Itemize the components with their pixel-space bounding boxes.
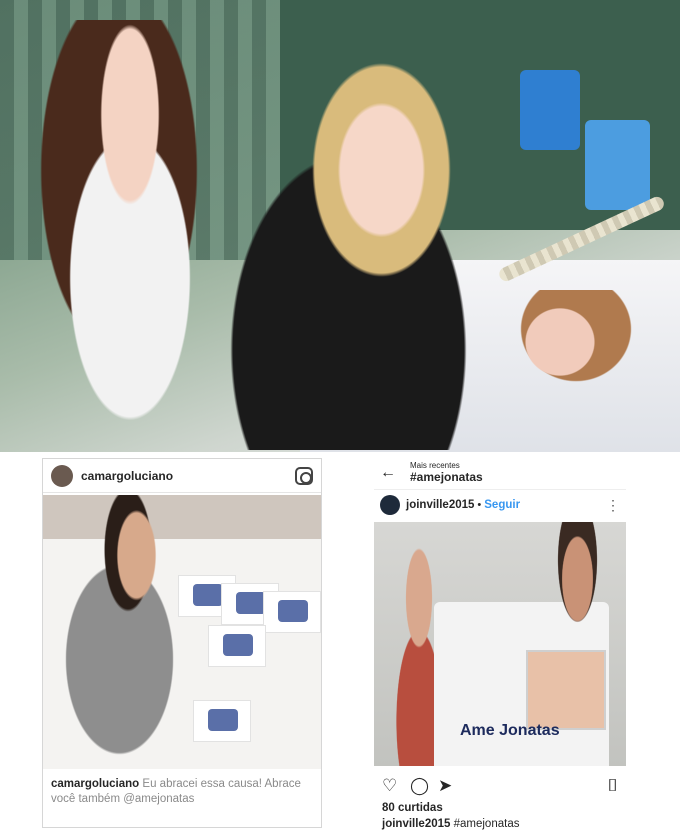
back-arrow-icon[interactable]: ← — [380, 464, 402, 482]
avatar[interactable] — [51, 464, 73, 487]
header-subtitle: Mais recentes — [410, 461, 460, 470]
baby — [480, 290, 640, 420]
instagram-post-left: camargoluciano camargoluciano Eu abracei… — [42, 458, 322, 828]
post-photo: Ame Jonatas — [374, 522, 626, 766]
post-header: camargoluciano — [43, 459, 321, 493]
post-actions: ♡ ◯ ➤ ⌷ — [382, 776, 618, 796]
post-header: joinville2015 • Seguir ⋮ — [374, 490, 626, 520]
post-caption: joinville2015 #amejonatas — [382, 818, 519, 830]
username[interactable]: camargoluciano — [81, 469, 295, 483]
hospital-photo — [0, 0, 680, 452]
username[interactable]: joinville2015 — [406, 499, 474, 511]
post-caption: camargoluciano Eu abracei essa causa! Ab… — [51, 777, 315, 807]
avatar[interactable] — [380, 495, 400, 515]
caption-hashtag[interactable]: #amejonatas — [454, 818, 520, 830]
more-options-icon[interactable]: ⋮ — [606, 497, 620, 514]
hashtag-header: ← Mais recentes #amejonatas — [374, 456, 626, 490]
post-photo — [43, 495, 321, 769]
instagram-icon — [295, 466, 313, 485]
caption-username[interactable]: camargoluciano — [51, 778, 139, 790]
likes-count[interactable]: 80 curtidas — [382, 802, 443, 814]
bookmark-icon[interactable]: ⌷ — [608, 776, 618, 796]
follow-button[interactable]: Seguir — [484, 499, 520, 511]
heart-icon[interactable]: ♡ — [382, 776, 397, 796]
instagram-post-right: ← Mais recentes #amejonatas joinville201… — [374, 456, 626, 834]
share-icon[interactable]: ➤ — [438, 776, 452, 796]
shirt-print — [263, 591, 321, 633]
man-signing — [43, 495, 213, 769]
poster-text: Ame Jonatas — [460, 722, 560, 739]
shirt-print — [193, 700, 251, 742]
comment-icon[interactable]: ◯ — [410, 776, 429, 796]
caption-username[interactable]: joinville2015 — [382, 818, 450, 830]
header-hashtag: #amejonatas — [410, 470, 483, 484]
infusion-pump — [585, 120, 650, 210]
shirt-print — [208, 625, 266, 667]
separator-dot: • — [477, 499, 482, 511]
man-right — [529, 522, 626, 712]
